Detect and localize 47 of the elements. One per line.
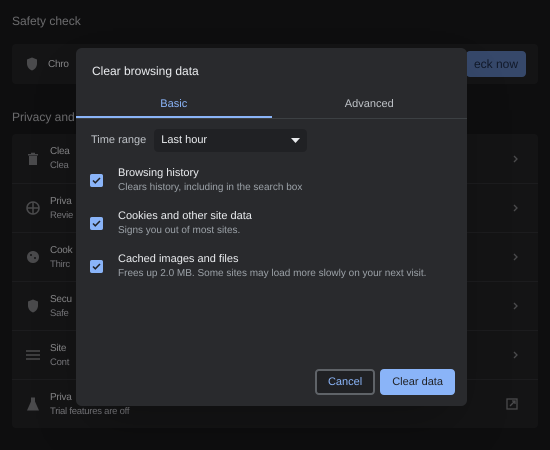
option-title: Cookies and other site data (118, 209, 252, 224)
row-title: Site (50, 342, 68, 356)
row-subtitle: Safe (50, 306, 70, 320)
row-title: Priva (50, 390, 73, 404)
tab[interactable]: Basic (76, 92, 272, 118)
row-subtitle: Cont (50, 356, 70, 368)
row-title: Secu (50, 292, 72, 306)
row-title: Priva (50, 194, 73, 208)
trash-icon (27, 152, 39, 166)
checkbox[interactable] (90, 174, 103, 187)
checkmark-icon (92, 177, 101, 184)
row-subtitle: Trial features are off (50, 404, 130, 418)
checkmark-icon (92, 263, 101, 270)
row-subtitle: Thirc (50, 258, 71, 270)
dropdown-arrow-icon (291, 138, 300, 143)
row-subtitle: Clea (50, 159, 70, 172)
time-range-label: Time range (91, 133, 146, 148)
chevron-right-icon[interactable] (513, 351, 518, 359)
dialog-title: Clear browsing data (92, 63, 199, 80)
chevron-right-icon[interactable] (513, 253, 518, 261)
shield-icon (27, 299, 39, 313)
checkmark-icon (92, 220, 101, 227)
section-heading: Privacy and (12, 109, 75, 126)
checkbox[interactable] (90, 260, 103, 273)
option-title: Browsing history (118, 166, 200, 181)
checkbox[interactable] (90, 217, 103, 230)
row-title: Cook (50, 244, 72, 258)
option-description: Clears history, including in the search box (118, 181, 302, 195)
chevron-right-icon[interactable] (513, 204, 518, 212)
cancel-button[interactable]: Cancel (314, 369, 376, 395)
safety-check-text: Chro (48, 58, 69, 72)
chevron-right-icon[interactable] (513, 154, 518, 162)
option-description: Signs you out of most sites. (118, 224, 242, 238)
row-title: Clea (50, 145, 70, 159)
flask-icon (27, 397, 39, 411)
external-link-icon[interactable] (506, 398, 518, 410)
shield-icon (26, 57, 38, 71)
option-title: Cached images and files (118, 252, 240, 267)
chevron-right-icon[interactable] (513, 302, 518, 310)
globe-icon (26, 201, 40, 215)
cookie-icon (26, 250, 40, 264)
tab[interactable]: Advanced (272, 92, 467, 118)
option-description: Frees up 2.0 MB. Some sites may load more slowly on your next visit. (118, 267, 426, 281)
clear-data-button[interactable]: Clear data (380, 369, 455, 395)
row-subtitle: Revie (50, 208, 74, 222)
section-heading: Safety check (12, 13, 81, 28)
time-range-dropdown[interactable]: Last hour (154, 129, 308, 152)
